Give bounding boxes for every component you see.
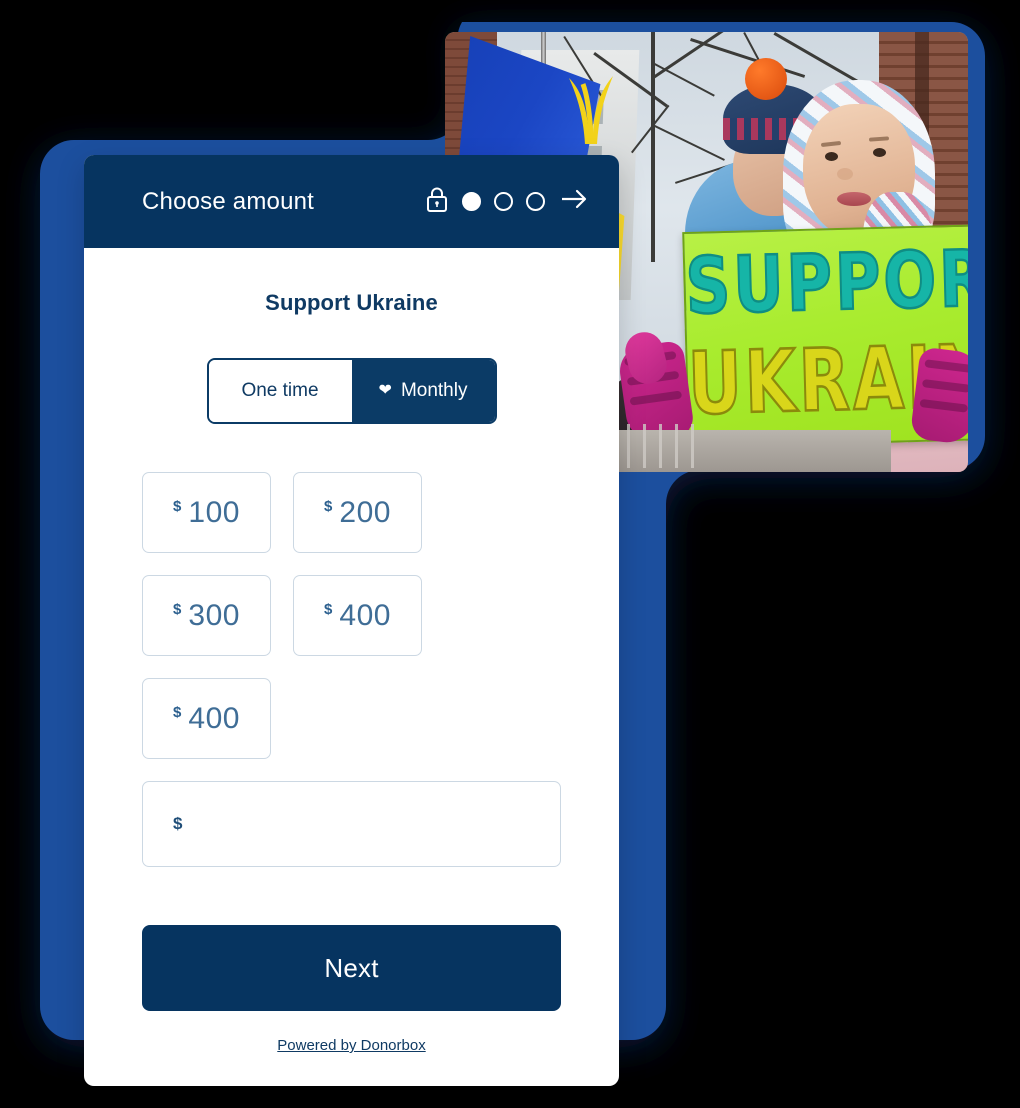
frequency-label-one-time: One time: [241, 380, 319, 401]
step-dot-2[interactable]: [494, 192, 513, 211]
amount-value: 400: [188, 701, 240, 735]
lock-icon: [426, 186, 448, 217]
amount-option-1[interactable]: $ 100: [142, 472, 271, 553]
photo-branch: [651, 32, 655, 262]
amount-value: 400: [339, 598, 391, 632]
step-indicator: [462, 192, 545, 211]
campaign-title: Support Ukraine: [265, 290, 438, 315]
donation-form-card: Choose amount Support Ukraine One time ❤…: [84, 155, 619, 1086]
amount-value: 200: [339, 495, 391, 529]
amount-option-2[interactable]: $ 200: [293, 472, 422, 553]
photo-trident-emblem: [563, 74, 619, 152]
powered-by-donorbox-link[interactable]: Powered by Donorbox: [142, 1037, 561, 1054]
photo-girl-eye: [873, 148, 886, 157]
amount-options-grid: $ 100 $ 200 $ 300 $ 400 $ 400: [142, 472, 561, 759]
step-dot-1[interactable]: [462, 192, 481, 211]
custom-amount-field[interactable]: $: [142, 781, 561, 867]
form-header: Choose amount: [84, 155, 619, 248]
currency-symbol: $: [173, 498, 182, 515]
currency-symbol: $: [324, 498, 333, 515]
frequency-option-monthly[interactable]: ❤ Monthly: [351, 360, 495, 422]
photo-hat-pompom: [745, 58, 787, 100]
page-title: Choose amount: [142, 187, 315, 215]
photo-girl-lips: [837, 192, 871, 206]
currency-symbol: $: [173, 814, 183, 833]
heart-icon: ❤: [378, 382, 392, 399]
frequency-option-one-time[interactable]: One time: [208, 360, 352, 422]
photo-glove-right: [909, 346, 968, 446]
custom-amount-input[interactable]: [190, 810, 530, 838]
amount-value: 300: [188, 598, 240, 632]
form-body: Support Ukraine One time ❤ Monthly $ 100…: [84, 248, 619, 1086]
photo-girl-eye: [825, 152, 838, 161]
photo-girl-nose: [837, 168, 853, 180]
amount-value: 100: [188, 495, 240, 529]
header-controls: [426, 186, 589, 217]
currency-symbol: $: [173, 601, 182, 618]
currency-symbol: $: [324, 601, 333, 618]
step-dot-3[interactable]: [526, 192, 545, 211]
photo-sign-line-1: SUPPORT: [683, 230, 968, 333]
currency-symbol: $: [173, 704, 182, 721]
next-button[interactable]: Next: [142, 925, 561, 1011]
amount-option-3[interactable]: $ 300: [142, 575, 271, 656]
arrow-right-icon[interactable]: [559, 187, 589, 216]
amount-option-5[interactable]: $ 400: [142, 678, 271, 759]
amount-option-4[interactable]: $ 400: [293, 575, 422, 656]
frequency-toggle: One time ❤ Monthly: [206, 358, 497, 424]
frequency-label-monthly: Monthly: [400, 380, 468, 401]
